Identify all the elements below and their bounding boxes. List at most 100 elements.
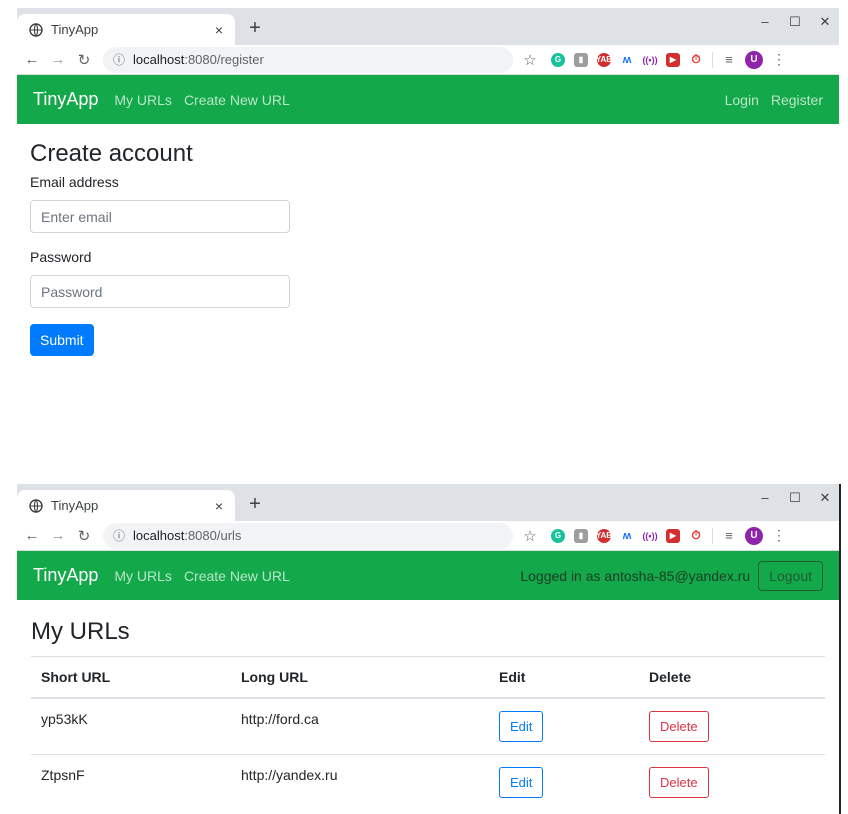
back-icon[interactable]: ← bbox=[21, 527, 43, 544]
maximize-icon[interactable]: ☐ bbox=[787, 490, 803, 506]
password-label: Password bbox=[30, 249, 92, 265]
star-icon[interactable]: ☆ bbox=[519, 527, 541, 545]
avatar[interactable]: U bbox=[745, 526, 763, 545]
info-icon[interactable]: ⓘ bbox=[113, 51, 125, 68]
url-host: localhost bbox=[133, 528, 185, 543]
avatar[interactable]: U bbox=[745, 50, 763, 69]
table-row: yp53kK http://ford.ca Edit Delete bbox=[31, 697, 825, 755]
delete-button[interactable]: Delete bbox=[649, 767, 709, 798]
reload-icon[interactable]: ↻ bbox=[73, 51, 95, 69]
new-tab-button[interactable]: + bbox=[243, 16, 267, 40]
column-header-edit: Edit bbox=[489, 656, 639, 699]
extensions-bar: G ▮ YAB ʍ ((•)) ▶ ⏱ ≡ U ⋮ bbox=[551, 50, 786, 69]
edit-button[interactable]: Edit bbox=[499, 767, 544, 798]
column-header-delete: Delete bbox=[639, 656, 825, 699]
edit-cell: Edit bbox=[489, 697, 639, 755]
kebab-menu-icon[interactable]: ⋮ bbox=[772, 51, 786, 68]
kebab-menu-icon[interactable]: ⋮ bbox=[772, 527, 786, 544]
reload-icon[interactable]: ↻ bbox=[73, 527, 95, 545]
table-row: ZtpsnF http://yandex.ru Edit Delete bbox=[31, 754, 825, 810]
brand-link[interactable]: TinyApp bbox=[33, 565, 98, 586]
tab-title: TinyApp bbox=[51, 498, 99, 513]
tab-title: TinyApp bbox=[51, 22, 99, 37]
nav-my-urls[interactable]: My URLs bbox=[114, 568, 172, 584]
forward-icon[interactable]: → bbox=[47, 527, 69, 544]
yab-icon[interactable]: YAB bbox=[596, 528, 612, 543]
email-field[interactable] bbox=[30, 200, 290, 233]
nav-register[interactable]: Register bbox=[771, 92, 823, 108]
new-tab-button[interactable]: + bbox=[243, 492, 267, 516]
close-window-icon[interactable]: ✕ bbox=[817, 14, 833, 30]
app-navbar: TinyApp My URLs Create New URL Logged in… bbox=[17, 551, 839, 600]
toolbar-separator bbox=[712, 527, 713, 544]
reading-list-icon[interactable]: ≡ bbox=[722, 528, 736, 543]
long-url-cell: http://yandex.ru bbox=[231, 754, 489, 810]
logout-button[interactable]: Logout bbox=[758, 560, 823, 591]
nav-my-urls[interactable]: My URLs bbox=[114, 92, 172, 108]
browser-window-urls: TinyApp × + ‒ ☐ ✕ ← → ↻ ⓘ localhost:8080… bbox=[17, 484, 841, 814]
app-navbar: TinyApp My URLs Create New URL Login Reg… bbox=[17, 75, 839, 124]
browser-toolbar: ← → ↻ ⓘ localhost:8080/urls ☆ G ▮ YAB ʍ … bbox=[17, 521, 839, 551]
star-icon[interactable]: ☆ bbox=[519, 51, 541, 69]
password-field[interactable] bbox=[30, 275, 290, 308]
edit-button[interactable]: Edit bbox=[499, 711, 544, 742]
grammarly-icon[interactable]: G bbox=[551, 52, 565, 67]
yab-icon[interactable]: YAB bbox=[596, 52, 612, 67]
url-path: :8080/urls bbox=[184, 528, 242, 543]
back-icon[interactable]: ← bbox=[21, 51, 43, 68]
extension-icon[interactable]: ▮ bbox=[574, 52, 588, 67]
music-icon[interactable]: ʍ bbox=[620, 529, 634, 543]
tab-strip: TinyApp × + ‒ ☐ ✕ bbox=[17, 8, 839, 45]
submit-button[interactable]: Submit bbox=[30, 324, 94, 356]
page-title: My URLs bbox=[31, 618, 130, 645]
browser-tab[interactable]: TinyApp × bbox=[17, 14, 235, 45]
timer-icon[interactable]: ⏱ bbox=[689, 528, 703, 543]
extension-icon[interactable]: ▮ bbox=[574, 528, 588, 543]
close-window-icon[interactable]: ✕ bbox=[817, 490, 833, 506]
long-url-cell: http://ford.ca bbox=[231, 697, 489, 755]
browser-window-register: TinyApp × + ‒ ☐ ✕ ← → ↻ ⓘ localhost:8080… bbox=[17, 8, 839, 457]
info-icon[interactable]: ⓘ bbox=[113, 527, 125, 544]
window-edge bbox=[839, 484, 841, 814]
table-header-row: Short URL Long URL Edit Delete bbox=[31, 656, 825, 699]
delete-cell: Delete bbox=[639, 754, 825, 810]
maximize-icon[interactable]: ☐ bbox=[787, 14, 803, 30]
brand-link[interactable]: TinyApp bbox=[33, 89, 98, 110]
window-controls: ‒ ☐ ✕ bbox=[757, 14, 833, 30]
delete-cell: Delete bbox=[639, 697, 825, 755]
column-header-long-url: Long URL bbox=[231, 656, 489, 699]
youtube-icon[interactable]: ▶ bbox=[666, 52, 680, 67]
youtube-icon[interactable]: ▶ bbox=[666, 528, 680, 543]
address-bar[interactable]: ⓘ localhost:8080/urls bbox=[103, 522, 513, 549]
nav-create-new-url[interactable]: Create New URL bbox=[184, 92, 290, 108]
page-title: Create account bbox=[30, 140, 193, 167]
broadcast-icon[interactable]: ((•)) bbox=[642, 529, 657, 543]
column-header-short-url: Short URL bbox=[31, 656, 231, 699]
grammarly-icon[interactable]: G bbox=[551, 528, 565, 543]
minimize-icon[interactable]: ‒ bbox=[757, 14, 773, 30]
url-path: :8080/register bbox=[184, 52, 264, 67]
short-url-cell: ZtpsnF bbox=[31, 754, 231, 810]
nav-right: Logged in as antosha-85@yandex.ru Logout bbox=[520, 560, 823, 591]
reading-list-icon[interactable]: ≡ bbox=[722, 52, 736, 67]
email-label: Email address bbox=[30, 174, 119, 190]
edit-cell: Edit bbox=[489, 754, 639, 810]
browser-tab[interactable]: TinyApp × bbox=[17, 490, 235, 521]
short-url-cell: yp53kK bbox=[31, 697, 231, 755]
forward-icon[interactable]: → bbox=[47, 51, 69, 68]
url-host: localhost bbox=[133, 52, 185, 67]
minimize-icon[interactable]: ‒ bbox=[757, 490, 773, 506]
tab-strip: TinyApp × + ‒ ☐ ✕ bbox=[17, 484, 839, 521]
register-form: Create account Email address Password Su… bbox=[17, 124, 839, 372]
address-bar[interactable]: ⓘ localhost:8080/register bbox=[103, 46, 513, 73]
timer-icon[interactable]: ⏱ bbox=[689, 52, 703, 67]
close-tab-icon[interactable]: × bbox=[207, 498, 231, 514]
broadcast-icon[interactable]: ((•)) bbox=[642, 53, 657, 67]
nav-create-new-url[interactable]: Create New URL bbox=[184, 568, 290, 584]
close-tab-icon[interactable]: × bbox=[207, 22, 231, 38]
globe-icon bbox=[29, 22, 43, 37]
music-icon[interactable]: ʍ bbox=[620, 53, 634, 67]
nav-login[interactable]: Login bbox=[725, 92, 759, 108]
logged-in-status: Logged in as antosha-85@yandex.ru bbox=[520, 567, 751, 584]
delete-button[interactable]: Delete bbox=[649, 711, 709, 742]
